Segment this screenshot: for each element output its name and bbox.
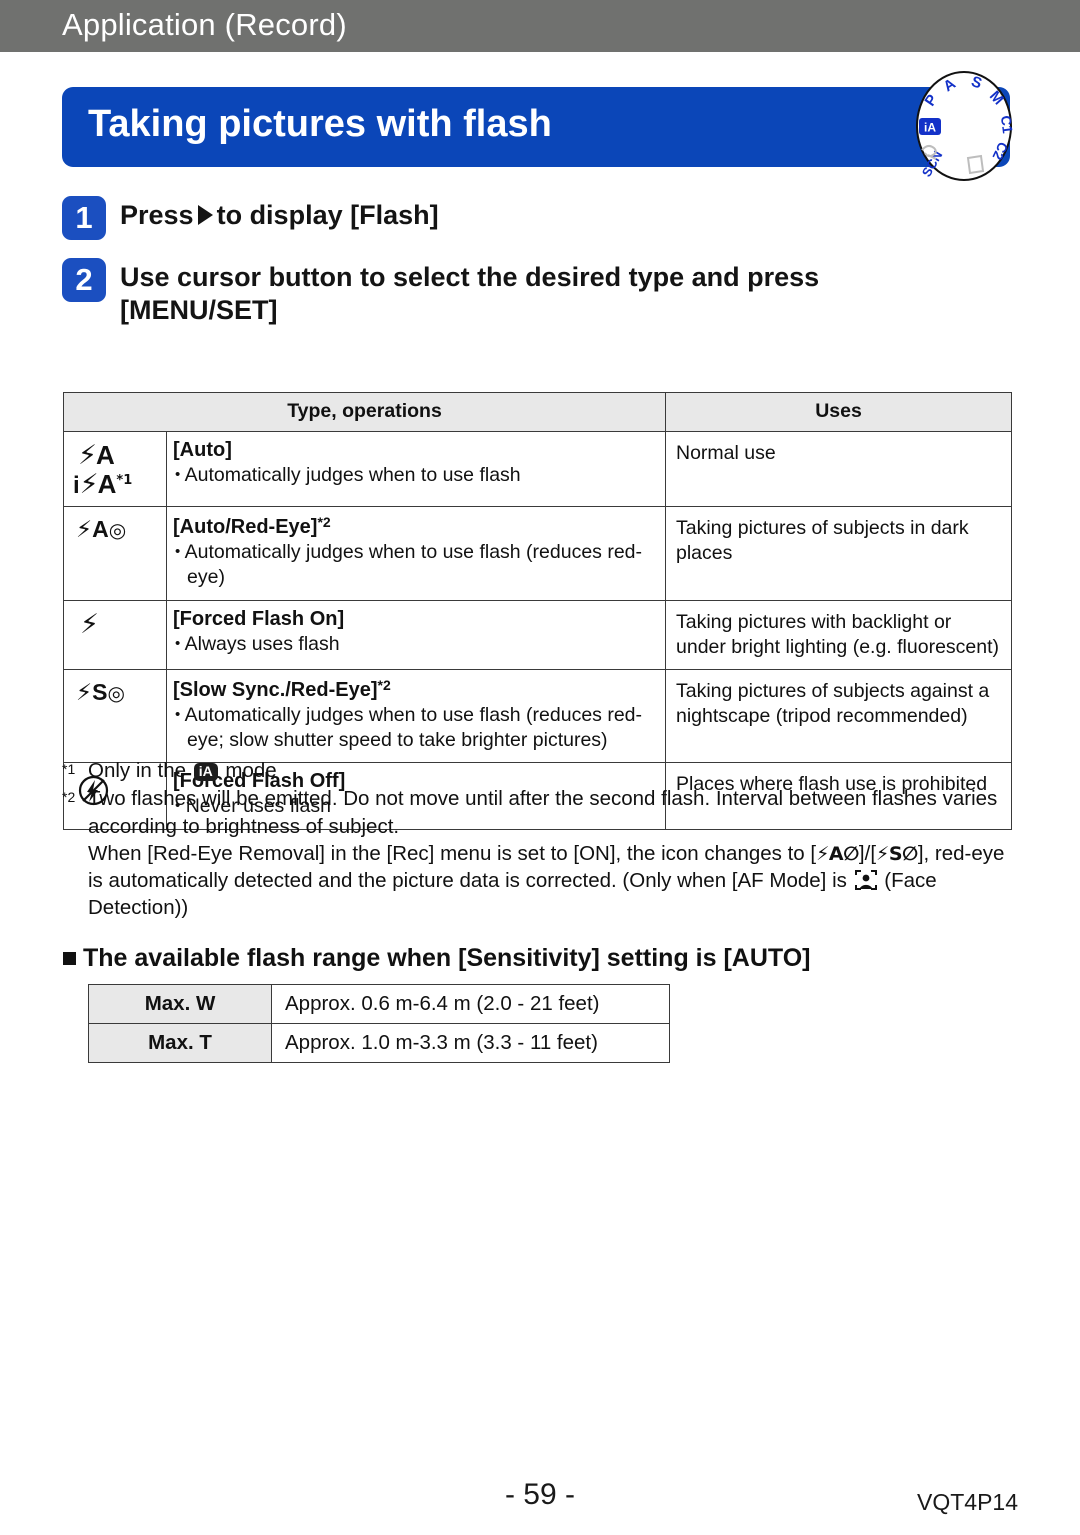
face-detection-icon: [854, 870, 877, 891]
option-bullet: • Always uses flash: [175, 632, 340, 655]
flash-range-table: Max. W Approx. 0.6 m-6.4 m (2.0 - 21 fee…: [88, 984, 670, 1063]
flash-use-slow-sync: Taking pictures of subjects against a ni…: [665, 668, 1012, 764]
footnote-2-paragraph-2b: ]/[: [858, 841, 877, 865]
footnote-2-paragraph-1: Two flashes will be emitted. Do not move…: [88, 787, 998, 838]
step-1-text-after: to display [Flash]: [216, 200, 439, 230]
flash-auto-redeye-icon: ⚡A◎: [76, 516, 127, 543]
table-row: ⚡S◎ [Slow Sync./Red-Eye]*2 • Automatical…: [63, 668, 1012, 764]
bullet-square-icon: [63, 952, 76, 965]
svg-text:C1: C1: [998, 115, 1016, 135]
flash-auto-icon: ⚡A: [78, 440, 115, 471]
step-number-badge: 2: [62, 258, 106, 302]
flash-use-auto-redeye: Taking pictures of subjects in dark plac…: [665, 506, 1012, 601]
flash-icon-forced-on-cell: ⚡: [63, 599, 167, 670]
range-key-max-t: Max. T: [88, 1023, 272, 1063]
footnote-1-text-after: mode: [225, 759, 277, 782]
flash-option-slow-sync: [Slow Sync./Red-Eye]*2 • Automatically j…: [166, 668, 666, 764]
option-bullet: • Automatically judges when to use flash…: [175, 541, 643, 589]
range-value-max-t: Approx. 1.0 m-3.3 m (3.3 - 11 feet): [271, 1023, 670, 1063]
footnote-2-paragraph-2a: When [Red-Eye Removal] in the [Rec] menu…: [88, 841, 817, 865]
flash-slow-sync-redeye-removal-icon: ⚡S∅: [876, 842, 918, 865]
flash-intelligent-auto-icon: i⚡A*1: [73, 469, 133, 500]
flash-option-auto: [Auto] • Automatically judges when to us…: [166, 431, 666, 507]
footnote-2: *2 Two flashes will be emitted. Do not m…: [62, 785, 1012, 921]
page-title-banner: Taking pictures with flash: [62, 87, 1010, 167]
step-number-badge: 1: [62, 196, 106, 240]
table-row: ⚡ [Forced Flash On] • Always uses flash …: [63, 599, 1012, 670]
footnote-1-mark: *1: [62, 761, 76, 777]
document-code: VQT4P14: [917, 1489, 1018, 1515]
column-header-type-operations: Type, operations: [63, 392, 666, 432]
flash-option-auto-redeye: [Auto/Red-Eye]*2 • Automatically judges …: [166, 506, 666, 601]
option-name: [Auto]: [173, 439, 232, 461]
right-arrow-icon: [197, 205, 213, 225]
option-bullet: • Automatically judges when to use flash…: [175, 703, 643, 751]
table-header-row: Type, operations Uses: [63, 392, 1012, 432]
footnote-1: *1 Only in the iA mode: [62, 757, 1012, 784]
column-header-uses: Uses: [665, 392, 1012, 432]
table-row: Max. T Approx. 1.0 m-3.3 m (3.3 - 11 fee…: [88, 1023, 670, 1063]
flash-icon-auto-cell: ⚡A i⚡A*1: [63, 431, 167, 507]
page-title: Taking pictures with flash: [88, 103, 552, 145]
footnote-2-body: Two flashes will be emitted. Do not move…: [88, 785, 1012, 921]
step-2-text: Use cursor button to select the desired …: [120, 262, 820, 325]
range-key-max-w: Max. W: [88, 984, 272, 1024]
instruction-steps: 1 Press to display [Flash] 2 Use cursor b…: [62, 196, 1012, 345]
flash-auto-redeye-removal-icon: ⚡A∅: [816, 842, 859, 865]
step-1-text: Press to display [Flash]: [120, 196, 439, 232]
step-2: 2 Use cursor button to select the desire…: [62, 258, 1012, 327]
flash-forced-on-icon: ⚡: [80, 608, 99, 640]
flash-range-heading-text: The available flash range when [Sensitiv…: [83, 944, 811, 972]
table-row: Max. W Approx. 0.6 m-6.4 m (2.0 - 21 fee…: [88, 984, 670, 1024]
flash-range-heading: The available flash range when [Sensitiv…: [63, 944, 1013, 973]
mode-dial-icon: iA P A S M C1 C2 SCN: [908, 70, 1020, 182]
section-header-label: Application (Record): [62, 7, 347, 42]
option-name: [Forced Flash On]: [173, 607, 345, 630]
option-name: [Auto/Red-Eye]*2: [173, 514, 331, 538]
flash-option-forced-on: [Forced Flash On] • Always uses flash: [166, 599, 666, 670]
footnote-1-text-before: Only in the: [88, 759, 186, 782]
step-1-text-before: Press: [120, 200, 194, 230]
ia-mode-icon: iA: [193, 763, 218, 781]
option-name: [Slow Sync./Red-Eye]*2: [173, 676, 391, 701]
svg-text:iA: iA: [924, 121, 936, 135]
flash-use-forced-on: Taking pictures with backlight or under …: [665, 599, 1012, 670]
flash-icon-slow-sync-cell: ⚡S◎: [63, 668, 167, 764]
table-row: ⚡A◎ [Auto/Red-Eye]*2 • Automatically jud…: [63, 506, 1012, 601]
flash-slow-sync-redeye-icon: ⚡S◎: [76, 678, 125, 706]
footnote-2-mark: *2: [62, 789, 76, 806]
step-1: 1 Press to display [Flash]: [62, 196, 1012, 240]
option-bullet: • Automatically judges when to use flash: [175, 464, 521, 486]
flash-use-auto: Normal use: [665, 431, 1012, 507]
section-header-bar: Application (Record): [0, 0, 1080, 52]
range-value-max-w: Approx. 0.6 m-6.4 m (2.0 - 21 feet): [271, 984, 670, 1024]
footnote-1-body: Only in the iA mode: [88, 757, 1012, 784]
footnotes: *1 Only in the iA mode *2 Two flashes wi…: [62, 757, 1012, 923]
flash-icon-auto-redeye-cell: ⚡A◎: [63, 506, 167, 601]
table-row: ⚡A i⚡A*1 [Auto] • Automatically judges w…: [63, 431, 1012, 507]
